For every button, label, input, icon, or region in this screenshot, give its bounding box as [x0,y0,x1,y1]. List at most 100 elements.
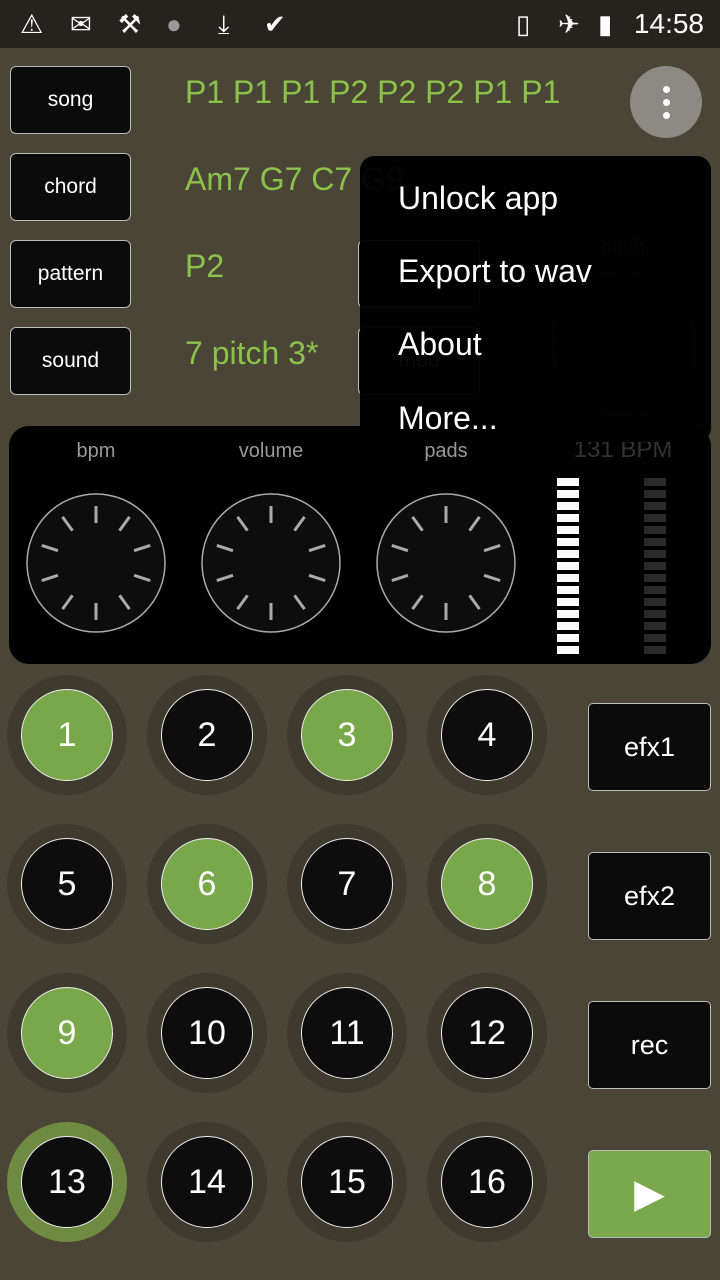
meter-segment [557,526,579,534]
pad-label: 12 [441,987,533,1079]
pad-4[interactable]: 4 [427,675,547,795]
volume-label: volume [238,440,304,462]
gmail-icon: ✉ [70,9,92,39]
bpm-label: bpm [76,440,116,462]
meter-segment [557,634,579,642]
meter-segment [644,550,666,558]
meter-segment [644,562,666,570]
meter-segment [557,502,579,510]
meter-segment [644,574,666,582]
song-sequence: P1 P1 P1 P2 P2 P2 P1 P1 [185,74,561,110]
meter-segment [644,634,666,642]
volume-knob[interactable] [201,493,341,633]
meter-segment [557,550,579,558]
status-bar: ⚠ ✉ ⚒ ● ⤓ ✔ ▯ ✈ ▮ 14:58 [0,0,720,48]
pad-8[interactable]: 8 [427,824,547,944]
rec-button[interactable]: rec [588,1001,711,1089]
pad-14[interactable]: 14 [147,1122,267,1242]
pads-knob[interactable] [376,493,516,633]
pad-2[interactable]: 2 [147,675,267,795]
overflow-menu: Unlock app Export to wav About More... [360,156,711,442]
bpm-knob[interactable] [26,493,166,633]
pad-label: 15 [301,1136,393,1228]
check-icon: ✔ [264,9,286,39]
knob-panel: bpm volume pads 131 BPM [9,426,711,664]
level-meter-right [644,478,666,654]
meter-segment [644,502,666,510]
pad-label: 4 [441,689,533,781]
efx2-button[interactable]: efx2 [588,852,711,940]
pad-label: 16 [441,1136,533,1228]
pickaxe-icon: ⚒ [118,9,142,39]
pad-label: 6 [161,838,253,930]
menu-item-about[interactable]: About [398,326,482,363]
sound-button[interactable]: sound [10,327,131,395]
pad-7[interactable]: 7 [287,824,407,944]
pad-label: 5 [21,838,113,930]
pads-label: pads [424,440,468,462]
vibrate-icon: ▯ [516,9,531,39]
pad-6[interactable]: 6 [147,824,267,944]
pad-10[interactable]: 10 [147,973,267,1093]
pad-11[interactable]: 11 [287,973,407,1093]
battery-charging-icon: ▮ [598,9,613,39]
more-options-button[interactable] [630,66,702,138]
pad-label: 8 [441,838,533,930]
pad-label: 3 [301,689,393,781]
pad-5[interactable]: 5 [7,824,127,944]
song-button[interactable]: song [10,66,131,134]
warning-icon: ⚠ [20,9,44,39]
efx1-button[interactable]: efx1 [588,703,711,791]
meter-segment [557,514,579,522]
play-button[interactable]: ▶ [588,1150,711,1238]
meter-segment [644,610,666,618]
meter-segment [644,622,666,630]
chord-button[interactable]: chord [10,153,131,221]
meter-segment [557,574,579,582]
pad-label: 14 [161,1136,253,1228]
clock: 14:58 [633,8,704,39]
pad-label: 1 [21,689,113,781]
meter-segment [644,478,666,486]
pad-label: 13 [21,1136,113,1228]
meter-segment [557,622,579,630]
meter-segment [644,646,666,654]
meter-segment [557,562,579,570]
pad-15[interactable]: 15 [287,1122,407,1242]
pattern-button[interactable]: pattern [10,240,131,308]
pad-1[interactable]: 1 [7,675,127,795]
pad-label: 10 [161,987,253,1079]
menu-item-more[interactable]: More... [398,400,498,437]
meter-segment [644,598,666,606]
pad-12[interactable]: 12 [427,973,547,1093]
airplane-icon: ✈ [558,9,580,39]
level-meter-left [557,478,579,654]
meter-segment [644,586,666,594]
meter-segment [557,586,579,594]
meter-segment [557,646,579,654]
meter-segment [644,538,666,546]
pattern-value: P2 [185,248,225,284]
sync-icon: ● [166,9,182,39]
menu-item-unlock-app[interactable]: Unlock app [398,180,558,217]
sound-value: 7 pitch 3* [185,335,319,371]
meter-segment [557,610,579,618]
pad-label: 9 [21,987,113,1079]
play-icon: ▶ [634,1172,665,1216]
meter-segment [644,526,666,534]
pad-label: 7 [301,838,393,930]
meter-segment [644,514,666,522]
meter-segment [557,478,579,486]
pad-label: 2 [161,689,253,781]
download-icon: ⤓ [218,9,230,39]
meter-segment [644,490,666,498]
menu-item-export-wav[interactable]: Export to wav [398,253,592,290]
pad-9[interactable]: 9 [7,973,127,1093]
pad-label: 11 [301,987,393,1079]
pad-16[interactable]: 16 [427,1122,547,1242]
meter-segment [557,598,579,606]
pad-3[interactable]: 3 [287,675,407,795]
meter-segment [557,490,579,498]
pad-13[interactable]: 13 [7,1122,127,1242]
meter-segment [557,538,579,546]
